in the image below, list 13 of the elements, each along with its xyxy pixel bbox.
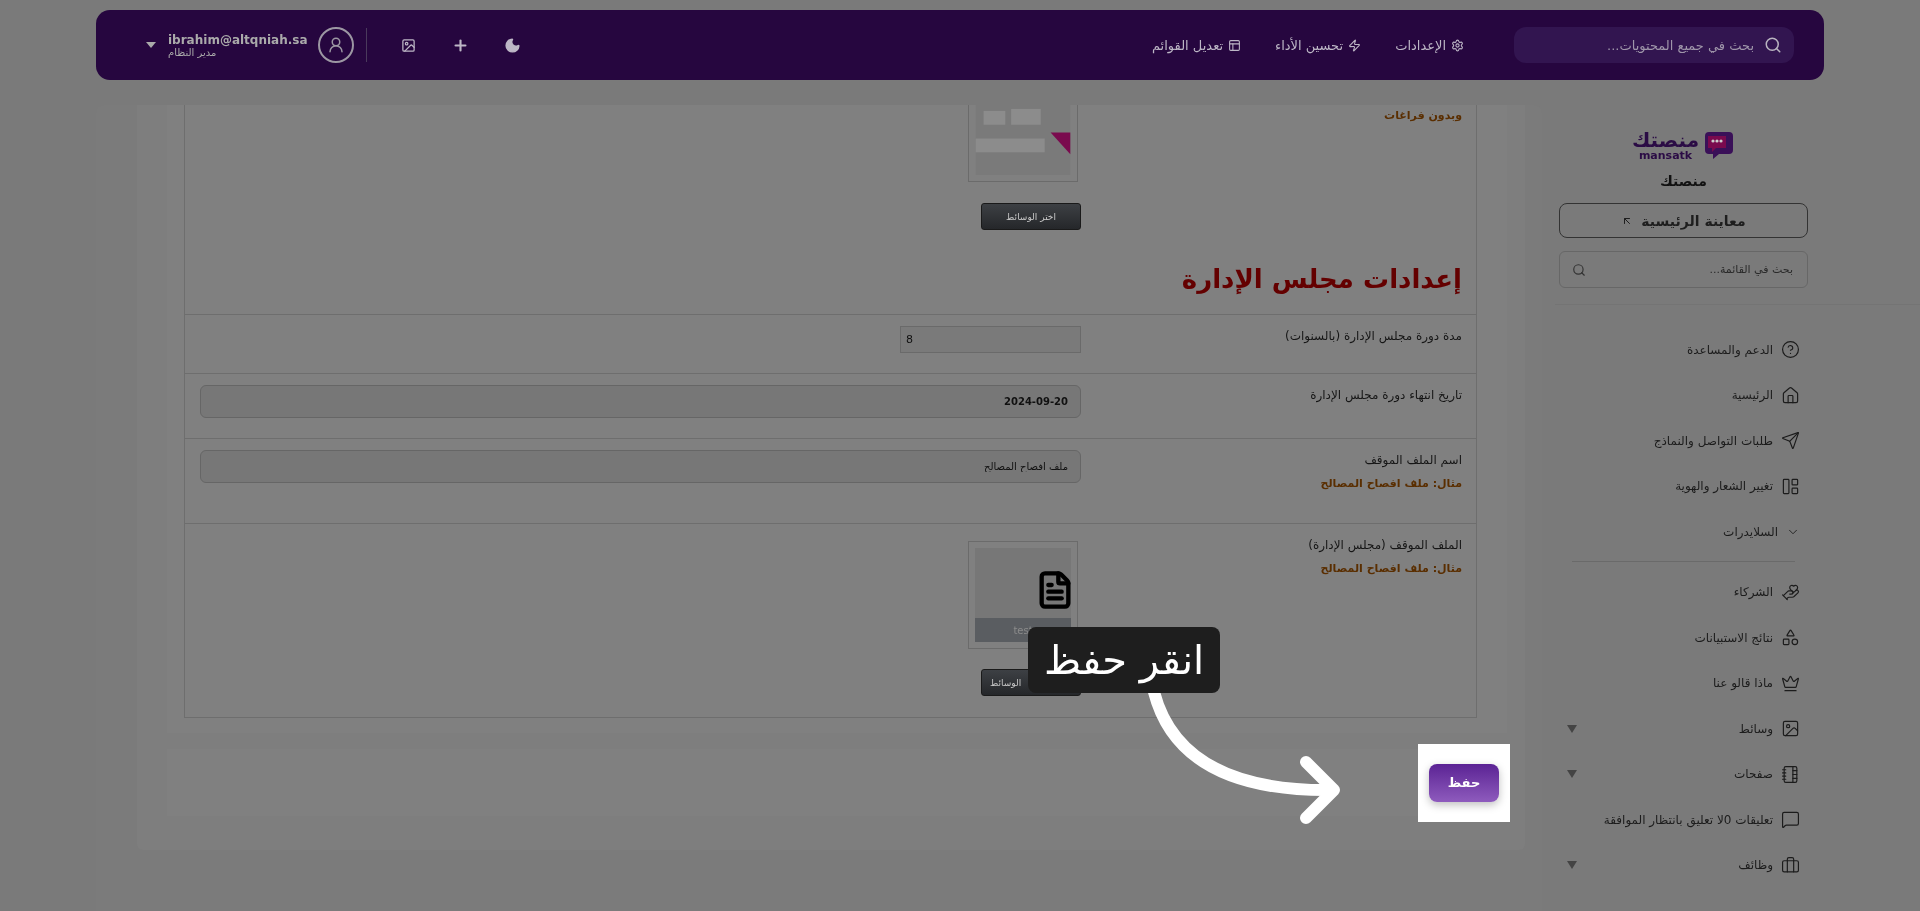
logo-text: منصتك <box>1632 129 1700 150</box>
section-title: إعدادات مجلس الإدارة <box>1180 263 1463 296</box>
field-hint: مثال: ملف افصاح المصالح <box>1319 562 1462 575</box>
site-name: منصتك <box>1659 173 1708 189</box>
logo-subtext: mansatk <box>1638 149 1693 161</box>
field-label: مدة دورة مجلس الإدارة (بالسنوات) <box>1283 329 1462 343</box>
field-label: تاريخ انتهاء دورة مجلس الإدارة <box>1309 388 1462 402</box>
logo-note: وبدون فراغات <box>1383 109 1462 122</box>
field-hint: مثال: ملف افصاح المصالح <box>1319 477 1462 490</box>
field-label: الملف الموقف (مجلس الإدارة) <box>1307 538 1462 552</box>
field-label: اسم الملف الموقف <box>1363 453 1462 467</box>
user-email: ibrahim@altqniah.sa <box>168 32 308 47</box>
user-role: مدير النظام <box>168 46 217 58</box>
